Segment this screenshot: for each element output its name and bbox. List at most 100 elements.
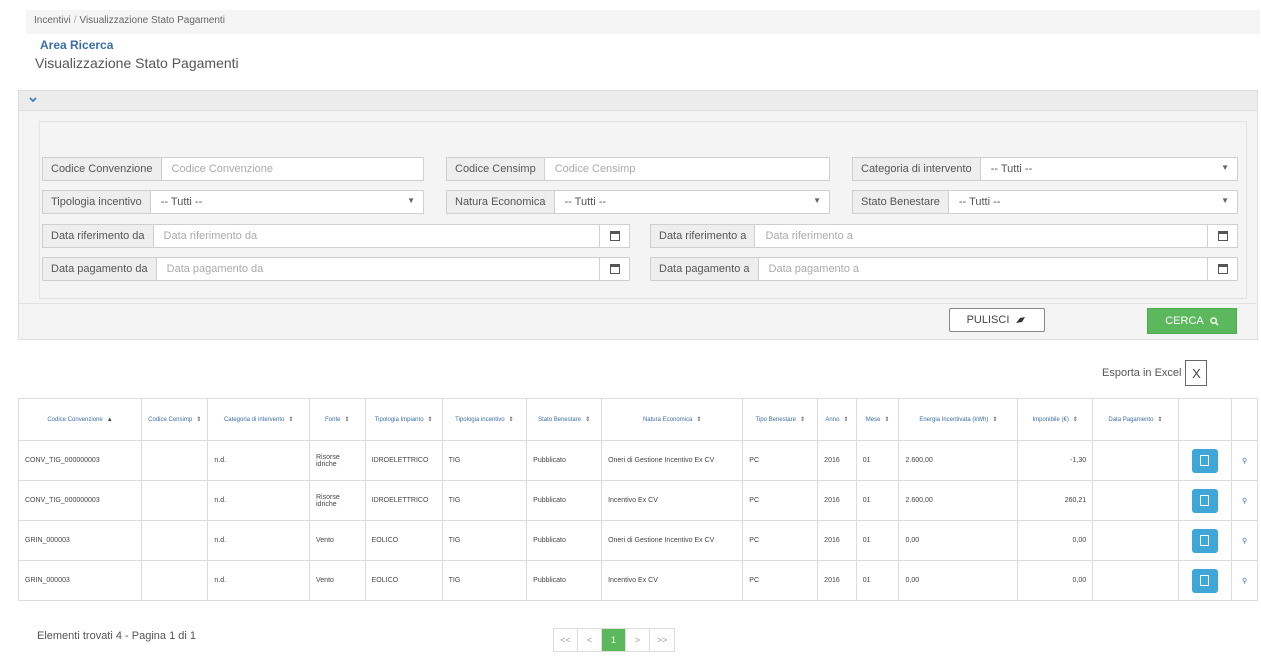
cell-imponibile: 260,21 <box>1017 480 1094 521</box>
data-pag-da-label: Data pagamento da <box>43 258 157 280</box>
chevron-down-icon <box>29 97 37 103</box>
cell-tipologia-impianto: IDROELETTRICO <box>364 440 443 481</box>
calendar-button[interactable] <box>599 225 629 247</box>
collapse-toggle[interactable] <box>19 91 1257 111</box>
pdf-button[interactable] <box>1191 448 1218 473</box>
calendar-icon <box>1217 264 1228 274</box>
table-row: GRIN_000003 n.d. Vento EOLICO TIG Pubbli… <box>17 520 1258 561</box>
calendar-button[interactable] <box>1207 258 1237 280</box>
col-tipo-benestare[interactable]: Tipo Benestare ⇕ <box>742 398 819 441</box>
codice-censimp-input[interactable]: Codice Censimp <box>545 158 829 180</box>
data-pag-a-input[interactable]: Data pagamento a <box>759 258 1207 280</box>
cell-fonte: Risorse idriche <box>309 480 366 521</box>
data-rif-da-input[interactable]: Data riferimento da <box>154 225 599 247</box>
cell-pdf <box>1177 440 1233 481</box>
breadcrumb-root[interactable]: Incentivi <box>34 15 71 26</box>
col-codice-convenzione[interactable]: Codice Convenzione ▲ <box>17 398 143 441</box>
cell-fonte: Vento <box>309 520 366 561</box>
search-legend: Area Ricerca <box>40 38 114 52</box>
stato-select[interactable]: -- Tutti -- <box>949 191 1213 213</box>
cell-mese: 01 <box>855 480 900 521</box>
pulisci-label: PULISCI <box>966 314 1010 326</box>
col-natura-economica[interactable]: Natura Economica ⇕ <box>601 398 744 441</box>
natura-select[interactable]: -- Tutti -- <box>555 191 806 213</box>
col-imponibile[interactable]: Imponibile (€) ⇕ <box>1017 398 1094 441</box>
col-codice-censimp[interactable]: Codice Censimp ⇕ <box>141 398 209 441</box>
col-tipologia-impianto[interactable]: Tipologia Impianto ⇕ <box>364 398 443 441</box>
cell-tipologia-incentivo: TIG <box>441 480 528 521</box>
search-icon <box>1209 316 1219 326</box>
pdf-icon <box>1200 495 1210 506</box>
cell-tipologia-incentivo: TIG <box>441 560 528 601</box>
pdf-button[interactable] <box>1191 488 1218 513</box>
calendar-icon <box>609 231 620 241</box>
data-rif-a-label: Data riferimento a <box>651 225 756 247</box>
calendar-button[interactable] <box>599 258 629 280</box>
cell-tipo-benestare: PC <box>742 560 819 601</box>
cell-imponibile: 0,00 <box>1017 520 1094 561</box>
cell-mese: 01 <box>855 560 900 601</box>
cell-stato: Pubblicato <box>526 560 603 601</box>
first-page-button[interactable]: << <box>554 629 578 651</box>
cell-natura: Oneri di Gestione Incentivo Ex CV <box>601 520 744 561</box>
cell-censimp <box>141 440 209 481</box>
cell-anno: 2016 <box>817 440 857 481</box>
cell-imponibile: -1,30 <box>1017 440 1094 481</box>
stato-label: Stato Benestare <box>853 191 949 213</box>
search-panel: PULISCI CERCA <box>18 90 1258 340</box>
calendar-button[interactable] <box>1207 225 1237 247</box>
data-rif-a-field: Data riferimento a Data riferimento a <box>650 224 1238 248</box>
col-energia[interactable]: Energia Incentivata (kWh) ⇕ <box>898 398 1019 441</box>
data-pag-a-field: Data pagamento a Data pagamento a <box>650 257 1238 281</box>
col-fonte[interactable]: Fonte ⇕ <box>309 398 366 441</box>
magnifier-icon[interactable]: ⚲ <box>1231 480 1258 521</box>
pulisci-button[interactable]: PULISCI <box>949 308 1045 332</box>
pdf-button[interactable] <box>1191 528 1218 553</box>
col-mese[interactable]: Mese ⇕ <box>855 398 900 441</box>
cell-data-pagamento <box>1092 440 1179 481</box>
calendar-icon <box>609 264 620 274</box>
col-data-pagamento[interactable]: Data Pagamento ⇕ <box>1092 398 1179 441</box>
current-page-button[interactable]: 1 <box>602 629 626 651</box>
col-categoria[interactable]: Categoria di intervento ⇕ <box>207 398 310 441</box>
col-anno[interactable]: Anno ⇕ <box>817 398 857 441</box>
codice-convenzione-label: Codice Convenzione <box>43 158 162 180</box>
breadcrumb: Incentivi / Visualizzazione Stato Pagament… <box>26 10 1260 34</box>
cell-tipologia-incentivo: TIG <box>441 440 528 481</box>
next-page-button[interactable]: > <box>626 629 650 651</box>
cell-pdf <box>1177 480 1233 521</box>
cell-fonte: Risorse idriche <box>309 440 366 481</box>
codice-convenzione-field: Codice Convenzione Codice Convenzione <box>42 157 424 181</box>
page-title: Visualizzazione Stato Pagamenti <box>35 55 239 71</box>
categoria-field: Categoria di intervento -- Tutti -- ▼ <box>852 157 1238 181</box>
eraser-icon <box>1016 317 1026 323</box>
caret-down-icon: ▼ <box>813 196 821 205</box>
col-tipologia-incentivo[interactable]: Tipologia incentivo ⇕ <box>441 398 528 441</box>
prev-page-button[interactable]: < <box>578 629 602 651</box>
magnifier-icon[interactable]: ⚲ <box>1231 440 1258 481</box>
cerca-label: CERCA <box>1165 315 1204 327</box>
pdf-icon <box>1200 575 1210 586</box>
cell-codice: CONV_TIG_000000003 <box>17 480 143 521</box>
data-pag-da-input[interactable]: Data pagamento da <box>157 258 599 280</box>
data-pag-da-field: Data pagamento da Data pagamento da <box>42 257 630 281</box>
codice-censimp-field: Codice Censimp Codice Censimp <box>446 157 830 181</box>
cell-mese: 01 <box>855 440 900 481</box>
cerca-button[interactable]: CERCA <box>1147 308 1237 334</box>
tipologia-select[interactable]: -- Tutti -- <box>151 191 399 213</box>
cell-data-pagamento <box>1092 480 1179 521</box>
magnifier-icon[interactable]: ⚲ <box>1231 560 1258 601</box>
export-excel-button[interactable]: Esporta in Excel X <box>1102 358 1208 388</box>
categoria-select[interactable]: -- Tutti -- <box>981 158 1213 180</box>
data-rif-a-input[interactable]: Data riferimento a <box>755 225 1207 247</box>
pdf-button[interactable] <box>1191 568 1218 593</box>
codice-censimp-label: Codice Censimp <box>447 158 545 180</box>
breadcrumb-separator: / <box>73 15 77 26</box>
last-page-button[interactable]: >> <box>650 629 674 651</box>
codice-convenzione-input[interactable]: Codice Convenzione <box>162 158 423 180</box>
export-label: Esporta in Excel <box>1102 367 1182 379</box>
magnifier-icon[interactable]: ⚲ <box>1231 520 1258 561</box>
sort-icon: ⇕ <box>992 417 998 423</box>
col-stato-benestare[interactable]: Stato Benestare ⇕ <box>526 398 603 441</box>
cell-censimp <box>141 560 209 601</box>
